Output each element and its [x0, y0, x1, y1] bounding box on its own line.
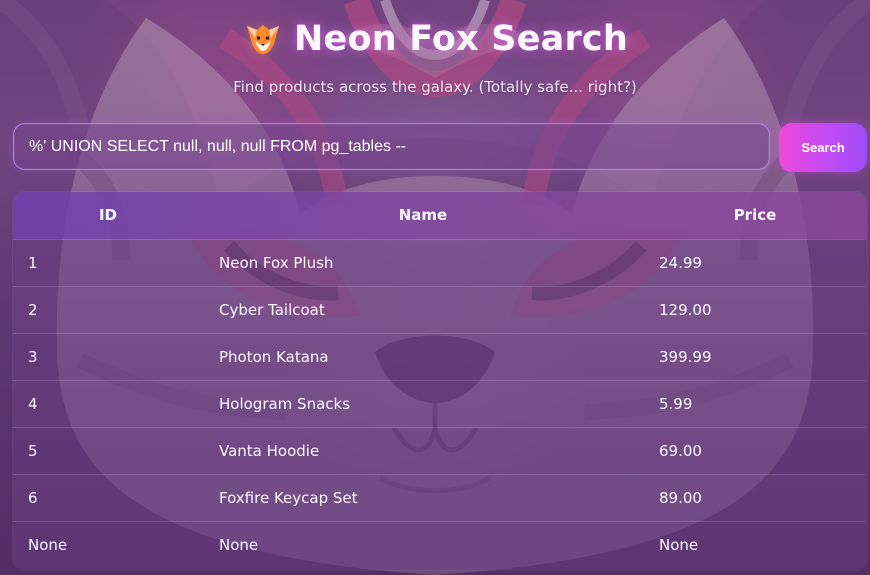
- cell-name: Vanta Hoodie: [219, 441, 320, 460]
- column-header-price: Price: [733, 206, 777, 225]
- cell-price: 5.99: [659, 394, 693, 413]
- column-header-name: Name: [398, 206, 448, 225]
- results-table: ID Name Price 1 Neon Fox Plush 24.99 2 C…: [13, 192, 867, 568]
- page-title: Neon Fox Search: [294, 18, 628, 59]
- cell-id: 4: [28, 394, 38, 413]
- cell-price: 399.99: [659, 347, 712, 366]
- cell-name: Photon Katana: [219, 347, 329, 366]
- app-window: Neon Fox Search Find products across the…: [0, 0, 870, 575]
- cell-price: 129.00: [659, 300, 712, 319]
- search-input[interactable]: [13, 123, 770, 170]
- cell-name: Hologram Snacks: [219, 394, 351, 413]
- title-row: Neon Fox Search: [242, 18, 628, 60]
- fox-icon-svg: [247, 25, 280, 54]
- page-subtitle: Find products across the galaxy. (Totall…: [233, 78, 637, 96]
- table-header: ID Name Price: [13, 192, 867, 239]
- cell-id: 5: [28, 441, 38, 460]
- cell-id: 2: [28, 300, 38, 319]
- cell-id: 6: [28, 488, 38, 507]
- cell-name: Neon Fox Plush: [219, 253, 334, 272]
- cell-name: Foxfire Keycap Set: [219, 488, 358, 507]
- table-row: 3 Photon Katana 399.99: [13, 333, 867, 380]
- cell-id: None: [28, 535, 68, 554]
- table-header-row: ID Name Price: [13, 192, 867, 239]
- cell-price: None: [659, 535, 699, 554]
- cell-price: 69.00: [659, 441, 702, 460]
- table-row: None None None: [13, 521, 867, 568]
- cell-price: 89.00: [659, 488, 702, 507]
- fox-icon: [242, 18, 284, 60]
- search-button[interactable]: Search: [779, 123, 867, 172]
- cell-name: None: [219, 535, 259, 554]
- search-bar: Search: [13, 123, 867, 172]
- cell-id: 3: [28, 347, 38, 366]
- cell-id: 1: [28, 253, 38, 272]
- cell-price: 24.99: [659, 253, 702, 272]
- column-header-id: ID: [98, 206, 118, 225]
- table-row: 6 Foxfire Keycap Set 89.00: [13, 474, 867, 521]
- table-row: 2 Cyber Tailcoat 129.00: [13, 286, 867, 333]
- table-row: 5 Vanta Hoodie 69.00: [13, 427, 867, 474]
- page-header: Neon Fox Search Find products across the…: [0, 18, 870, 96]
- table-row: 1 Neon Fox Plush 24.99: [13, 239, 867, 286]
- results-table-container: ID Name Price 1 Neon Fox Plush 24.99 2 C…: [13, 192, 867, 570]
- table-body: 1 Neon Fox Plush 24.99 2 Cyber Tailcoat …: [13, 239, 867, 568]
- cell-name: Cyber Tailcoat: [219, 300, 325, 319]
- table-row: 4 Hologram Snacks 5.99: [13, 380, 867, 427]
